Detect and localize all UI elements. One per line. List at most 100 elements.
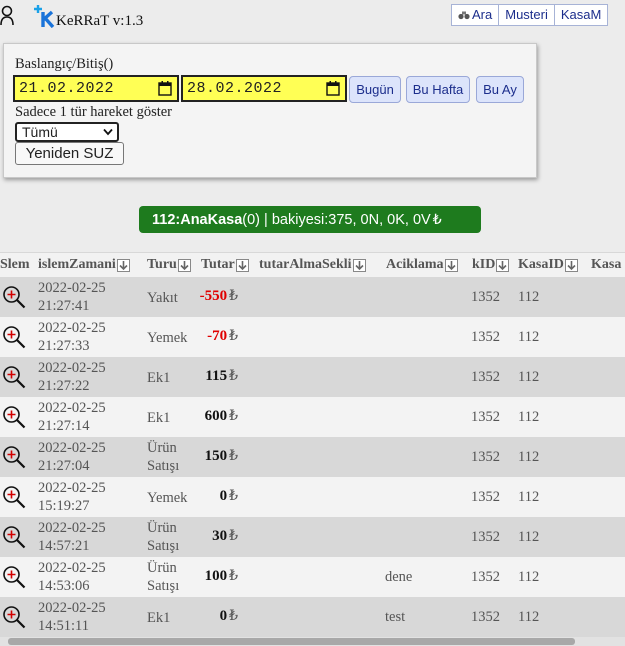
column-header-label: tutarAlmaSekli xyxy=(259,257,352,272)
nav-kasam-button[interactable]: KasaM xyxy=(553,4,609,26)
nav-musteri-button[interactable]: Musteri xyxy=(498,4,555,26)
row-amount-value: 115 xyxy=(205,368,228,384)
zoom-in-icon[interactable] xyxy=(2,565,26,589)
row-kasa-id: 112 xyxy=(518,529,540,545)
kasa-balance-banner: 112:AnaKasa(0) | bakiyesi:375, 0N, 0K, 0… xyxy=(139,206,481,233)
lira-icon: ₺ xyxy=(229,609,238,624)
column-header-label: Tutar xyxy=(201,257,235,272)
user-icon[interactable] xyxy=(0,4,14,26)
row-datetime: 2022-02-25 21:27:04 xyxy=(38,439,106,475)
date-range-label: Baslangıç/Bitiş() xyxy=(15,56,114,72)
refilter-button[interactable]: Yeniden SUZ xyxy=(15,142,124,165)
row-datetime: 2022-02-25 21:27:33 xyxy=(38,319,106,355)
column-header-label: islemZamani xyxy=(38,257,116,272)
column-header-1[interactable]: islemZamani xyxy=(38,257,130,273)
row-amount: 30 ₺ xyxy=(212,528,238,545)
row-kasa-id: 112 xyxy=(518,409,540,425)
row-datetime: 2022-02-25 15:19:27 xyxy=(38,479,106,515)
column-header-6[interactable]: kID xyxy=(472,257,510,273)
this-week-button[interactable]: Bu Hafta xyxy=(406,76,470,103)
row-type-line1: Yemek xyxy=(147,490,188,506)
column-header-label: Aciklama xyxy=(386,257,444,272)
row-type-line2: Satışı xyxy=(147,538,180,554)
row-amount-value: 0 xyxy=(219,488,228,504)
column-header-8[interactable]: Kasa xyxy=(591,257,621,273)
row-time: 14:53:06 xyxy=(38,578,90,594)
table-row: 2022-02-25 21:27:33 Yemek -70 ₺ 1352 112 xyxy=(0,317,625,357)
table-row: 2022-02-25 14:53:06 Ürün Satışı 100 ₺ dene 1352… xyxy=(0,557,625,597)
table-row: 2022-02-25 15:19:27 Yemek 0 ₺ 1352 112 xyxy=(0,477,625,517)
row-type-line1: Yemek xyxy=(147,330,188,346)
row-kasa-id: 112 xyxy=(518,609,540,625)
table-header: Slem islemZamani Turu Tutar tutarAlmaSekli Ac… xyxy=(0,252,625,278)
today-button[interactable]: Bugün xyxy=(349,76,401,103)
table-row: 2022-02-25 21:27:41 Yakıt -550 ₺ 1352 112 xyxy=(0,277,625,317)
row-kid: 1352 xyxy=(471,289,500,305)
sort-down-icon[interactable] xyxy=(352,258,366,272)
zoom-in-icon[interactable] xyxy=(2,605,26,629)
sort-down-icon[interactable] xyxy=(235,258,249,272)
sort-down-icon[interactable] xyxy=(177,258,191,272)
column-header-0[interactable]: Slem xyxy=(0,257,30,273)
type-filter-label: Sadece 1 tür hareket göster xyxy=(15,104,173,120)
row-type-line1: Ürün xyxy=(147,560,177,576)
sort-down-icon[interactable] xyxy=(496,258,510,272)
transactions-table: Slem islemZamani Turu Tutar tutarAlmaSekli Ac… xyxy=(0,252,625,644)
this-month-button[interactable]: Bu Ay xyxy=(476,76,524,103)
row-type-line1: Ürün xyxy=(147,440,177,456)
kasa-v: 0V xyxy=(412,212,431,228)
row-date: 2022-02-25 xyxy=(38,560,106,576)
row-amount: 0 ₺ xyxy=(220,608,238,625)
row-kid: 1352 xyxy=(471,449,500,465)
row-time: 14:57:21 xyxy=(38,538,90,554)
kasa-balance: | bakiyesi:375, xyxy=(260,212,361,228)
column-header-5[interactable]: Aciklama xyxy=(386,257,458,273)
row-amount-value: 100 xyxy=(204,568,228,584)
zoom-in-icon[interactable] xyxy=(2,365,26,389)
row-type: Yakıt xyxy=(147,289,178,307)
zoom-in-icon[interactable] xyxy=(2,405,26,429)
calendar-icon[interactable] xyxy=(326,81,340,96)
type-select[interactable]: Tümü xyxy=(15,122,119,142)
row-time: 21:27:41 xyxy=(38,298,90,314)
sort-down-icon[interactable] xyxy=(564,258,578,272)
scrollbar-thumb[interactable] xyxy=(8,638,575,645)
column-header-2[interactable]: Turu xyxy=(147,257,191,273)
row-date: 2022-02-25 xyxy=(38,440,106,456)
row-time: 14:51:11 xyxy=(38,618,90,634)
kasa-n: 0N xyxy=(360,212,380,228)
column-header-4[interactable]: tutarAlmaSekli xyxy=(259,257,366,273)
start-date-value: 21.02.2022 xyxy=(19,80,115,97)
lira-icon: ₺ xyxy=(229,409,238,424)
column-header-3[interactable]: Tutar xyxy=(201,257,249,273)
row-kasa-id: 112 xyxy=(518,329,540,345)
row-type: Yemek xyxy=(147,329,187,347)
kasa-name: 112:AnaKasa xyxy=(152,212,243,228)
column-header-label: Kasa xyxy=(591,257,622,272)
zoom-in-icon[interactable] xyxy=(2,485,26,509)
nav-ara-button[interactable]: Ara xyxy=(451,4,500,26)
row-type: Ürün Satışı xyxy=(147,519,179,555)
lira-icon: ₺ xyxy=(229,369,238,384)
row-datetime: 2022-02-25 14:57:21 xyxy=(38,519,106,555)
column-header-label: KasaID xyxy=(518,257,564,272)
table-row: 2022-02-25 21:27:04 Ürün Satışı 150 ₺ 1352 112 xyxy=(0,437,625,477)
zoom-in-icon[interactable] xyxy=(2,525,26,549)
horizontal-scrollbar[interactable] xyxy=(0,637,625,646)
row-type: Ek1 xyxy=(147,369,170,387)
sort-down-icon[interactable] xyxy=(444,258,458,272)
calendar-icon[interactable] xyxy=(158,81,172,96)
zoom-in-icon[interactable] xyxy=(2,285,26,309)
start-date-input[interactable]: 21.02.2022 xyxy=(13,75,179,102)
column-header-7[interactable]: KasaID xyxy=(518,257,578,273)
row-type-line2: Satışı xyxy=(147,578,180,594)
sort-down-icon[interactable] xyxy=(116,258,130,272)
table-row: 2022-02-25 14:51:11 Ek1 0 ₺ test 1352 112 xyxy=(0,597,625,637)
zoom-in-icon[interactable] xyxy=(2,445,26,469)
row-datetime: 2022-02-25 21:27:14 xyxy=(38,399,106,435)
kasa-count: (0) xyxy=(242,212,261,228)
zoom-in-icon[interactable] xyxy=(2,325,26,349)
row-amount: 150 ₺ xyxy=(205,448,238,465)
end-date-input[interactable]: 28.02.2022 xyxy=(181,75,347,102)
row-datetime: 2022-02-25 21:27:22 xyxy=(38,359,106,395)
